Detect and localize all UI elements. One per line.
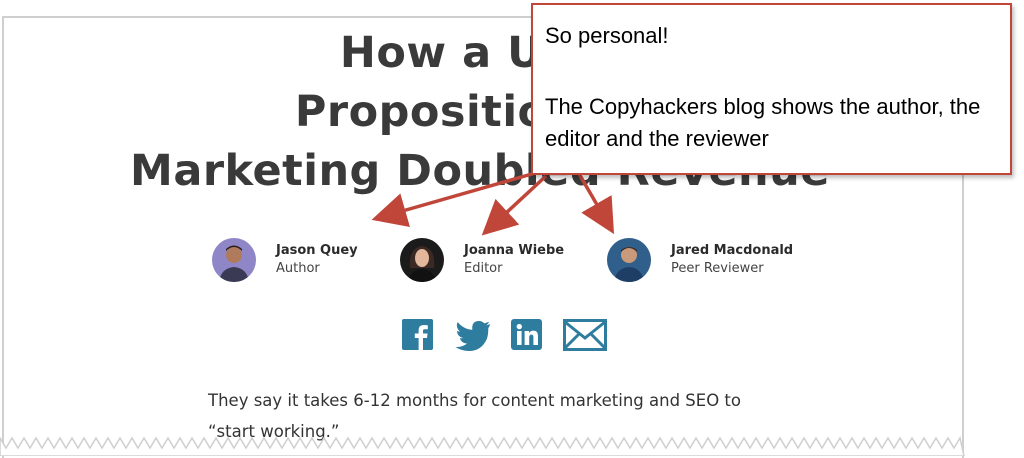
arrow-to-reviewer bbox=[576, 171, 615, 235]
callout-body: The Copyhackers blog shows the author, t… bbox=[545, 94, 981, 151]
callout-heading: So personal! bbox=[545, 23, 669, 48]
annotation-callout: So personal! The Copyhackers blog shows … bbox=[531, 3, 1012, 175]
